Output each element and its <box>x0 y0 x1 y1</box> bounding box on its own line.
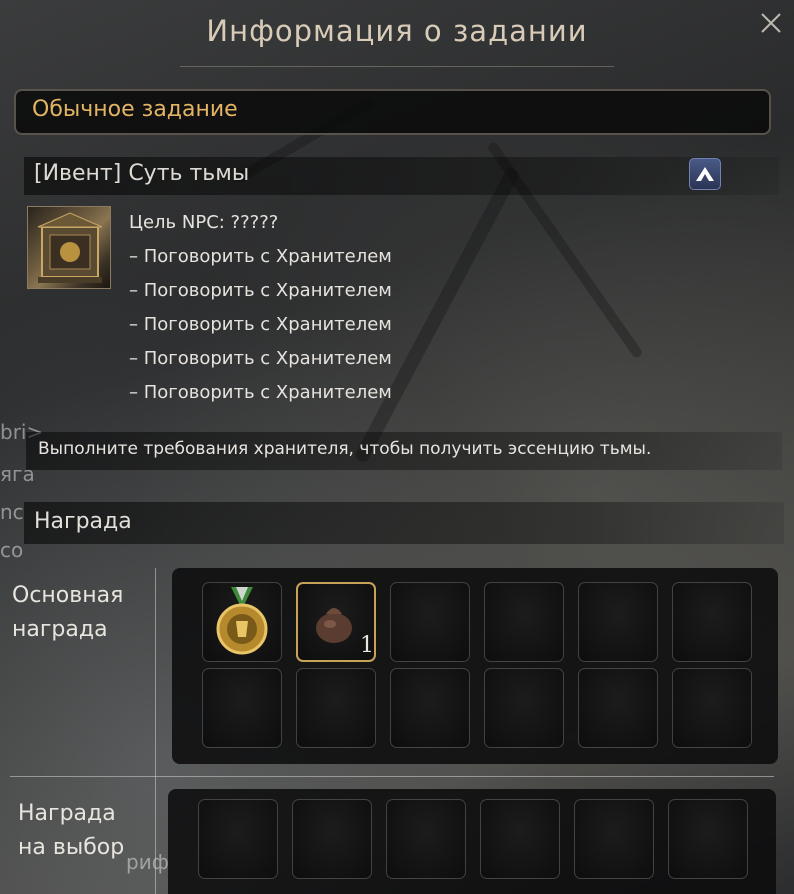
objective-item: – Поговорить с Хранителем <box>129 246 392 267</box>
main-reward-grid: 1 <box>172 568 778 764</box>
main-reward-label-line: Основная <box>12 583 124 608</box>
choice-slot-empty[interactable] <box>292 799 372 879</box>
objective-item: – Поговорить с Хранителем <box>129 348 392 369</box>
quest-name: [Ивент] Суть тьмы <box>34 161 250 186</box>
objective-item: – Поговорить с Хранителем <box>129 382 392 403</box>
reward-slot-empty[interactable] <box>672 582 752 662</box>
choice-slot-empty[interactable] <box>668 799 748 879</box>
reward-slot-empty[interactable] <box>672 668 752 748</box>
reward-divider-horizontal <box>10 776 774 777</box>
choice-reward-label: Награда на выбор <box>18 797 124 865</box>
choice-reward-label-line: Награда <box>18 801 116 826</box>
close-icon <box>761 13 781 33</box>
choice-slot-empty[interactable] <box>198 799 278 879</box>
reward-divider-vertical <box>155 568 156 894</box>
reward-slot-essence[interactable]: 1 <box>296 582 376 662</box>
reward-slot-empty[interactable] <box>390 582 470 662</box>
close-button[interactable] <box>758 12 784 38</box>
quest-title-bar: [Ивент] Суть тьмы <box>24 157 779 195</box>
reward-slot-empty[interactable] <box>390 668 470 748</box>
background-text: nc <box>0 500 24 524</box>
reward-slot-empty[interactable] <box>578 582 658 662</box>
main-reward-label-line: награда <box>12 617 108 642</box>
title-divider <box>180 66 614 67</box>
objective-item: – Поговорить с Хранителем <box>129 280 392 301</box>
main-reward-label: Основная награда <box>12 579 123 647</box>
reward-slot-empty[interactable] <box>484 668 564 748</box>
quest-description: Выполните требования хранителя, чтобы по… <box>38 439 652 459</box>
npc-lantern-icon <box>37 212 103 283</box>
npc-portrait <box>27 206 111 289</box>
quest-description-bar: Выполните требования хранителя, чтобы по… <box>26 432 782 470</box>
choice-reward-grid <box>168 789 776 894</box>
choice-reward-label-line: на выбор <box>18 835 125 860</box>
quest-type-bar: Обычное задание <box>14 89 771 135</box>
reward-slot-empty[interactable] <box>202 668 282 748</box>
collapse-button[interactable] <box>689 158 721 190</box>
window-title: Информация о задании <box>206 14 588 48</box>
objectives-list: Цель NPC: ????? – Поговорить с Хранителе… <box>129 208 392 412</box>
choice-slot-empty[interactable] <box>386 799 466 879</box>
npc-target: Цель NPC: ????? <box>129 212 279 233</box>
background-text: co <box>0 538 24 562</box>
reward-header-bar: Награда <box>24 502 784 544</box>
reward-slot-empty[interactable] <box>578 668 658 748</box>
chevron-up-icon <box>696 167 714 181</box>
background-text: риф <box>126 850 169 874</box>
medal-icon <box>216 587 268 655</box>
choice-slot-empty[interactable] <box>574 799 654 879</box>
quest-type-label: Обычное задание <box>32 97 238 122</box>
choice-slot-empty[interactable] <box>480 799 560 879</box>
reward-header: Награда <box>34 509 132 534</box>
reward-slot-medal[interactable] <box>202 582 282 662</box>
objective-item: – Поговорить с Хранителем <box>129 314 392 335</box>
reward-slot-empty[interactable] <box>296 668 376 748</box>
reward-slot-empty[interactable] <box>484 582 564 662</box>
item-count: 1 <box>360 633 374 658</box>
